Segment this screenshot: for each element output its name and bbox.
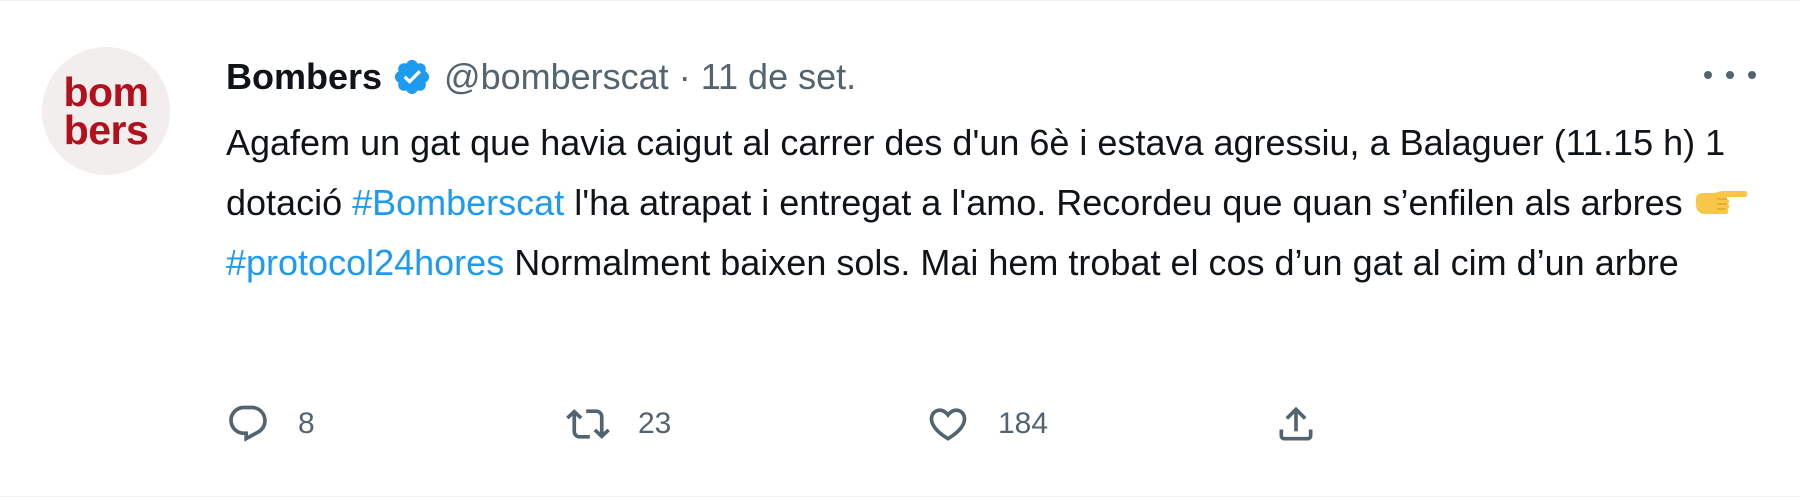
verified-badge-icon [394, 59, 430, 95]
retweet-icon [566, 409, 610, 439]
avatar-text-line2: bers [63, 107, 149, 153]
reply-count: 8 [298, 407, 315, 440]
pointing-right-hand-emoji-icon [1695, 191, 1747, 214]
more-horizontal-icon[interactable] [1704, 61, 1756, 89]
like-button[interactable]: 184 [926, 396, 1048, 452]
share-button[interactable] [1274, 396, 1318, 452]
avatar[interactable]: bom bers [42, 47, 170, 175]
tweet-actions: 8 23 184 [226, 396, 1526, 452]
retweet-count: 23 [638, 407, 672, 440]
tweet-header: Bombers @bomberscat · 11 de set. [226, 47, 856, 107]
author-handle[interactable]: @bomberscat [444, 56, 669, 98]
author-name[interactable]: Bombers [226, 56, 382, 98]
tweet-text: Agafem un gat que havia caigut al carrer… [226, 113, 1756, 293]
retweet-button[interactable]: 23 [566, 396, 671, 452]
tweet-date[interactable]: 11 de set. [701, 56, 856, 98]
tweet-text-part2: l'ha atrapat i entregat a l'amo. Recorde… [564, 182, 1693, 223]
hashtag-protocol24hores[interactable]: #protocol24hores [226, 242, 504, 283]
reply-icon [229, 405, 267, 442]
like-count: 184 [998, 407, 1049, 440]
tweet-text-part3: Normalment baixen sols. Mai hem trobat e… [504, 242, 1679, 283]
reply-button[interactable]: 8 [226, 396, 315, 452]
separator-dot: · [678, 56, 691, 97]
share-icon [1279, 406, 1313, 441]
hashtag-bomberscat[interactable]: #Bomberscat [352, 182, 564, 223]
heart-icon [929, 408, 967, 441]
avatar-text-line1: bom [63, 69, 149, 115]
tweet-card[interactable]: bom bers Bombers @bomberscat · 11 de set… [0, 0, 1800, 497]
